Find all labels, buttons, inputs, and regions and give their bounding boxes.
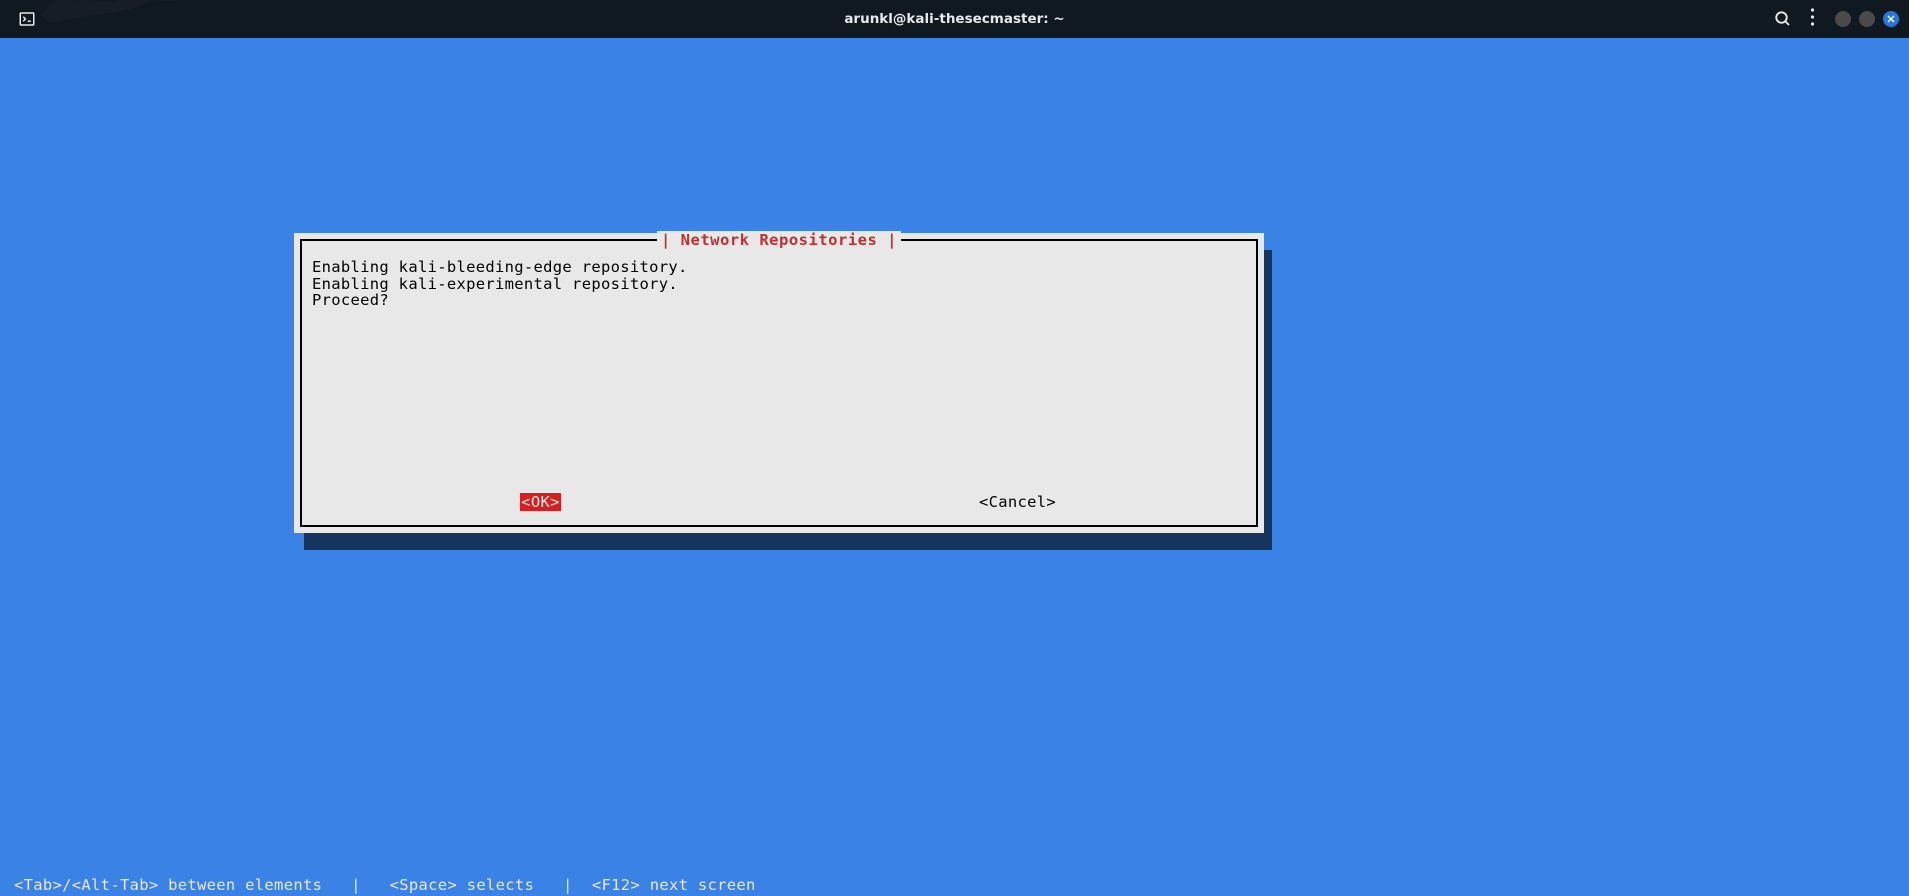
titlebar-actions (1774, 8, 1899, 31)
menu-icon[interactable] (1810, 8, 1815, 31)
terminal-area: | Network Repositories | Enabling kali-b… (0, 38, 1909, 896)
window-title: arunkl@kali-thesecmaster: ~ (844, 11, 1064, 27)
dialog-content: Enabling kali-bleeding-edge repository. … (302, 241, 1256, 319)
cancel-button[interactable]: <Cancel> (978, 493, 1057, 511)
minimize-button[interactable] (1835, 11, 1851, 27)
dialog-line-3: Proceed? (312, 291, 389, 309)
dialog-buttons: <OK> <Cancel> (302, 493, 1256, 511)
dialog-title: | Network Repositories | (657, 231, 901, 249)
terminal-icon (18, 10, 36, 28)
cancel-section: <Cancel> (779, 493, 1256, 511)
dialog-line-2: Enabling kali-experimental repository. (312, 275, 678, 293)
kali-dragon-logo (30, 0, 210, 42)
window-titlebar: arunkl@kali-thesecmaster: ~ (0, 0, 1909, 38)
ok-section: <OK> (302, 493, 779, 511)
maximize-button[interactable] (1859, 11, 1875, 27)
dialog-frame: | Network Repositories | Enabling kali-b… (300, 239, 1258, 527)
search-icon[interactable] (1774, 10, 1792, 28)
dialog-line-1: Enabling kali-bleeding-edge repository. (312, 258, 688, 276)
dialog-box: | Network Repositories | Enabling kali-b… (294, 233, 1264, 533)
ok-button[interactable]: <OK> (520, 493, 561, 511)
footer-hints: <Tab>/<Alt-Tab> between elements | <Spac… (14, 876, 756, 894)
close-button[interactable] (1883, 11, 1899, 27)
